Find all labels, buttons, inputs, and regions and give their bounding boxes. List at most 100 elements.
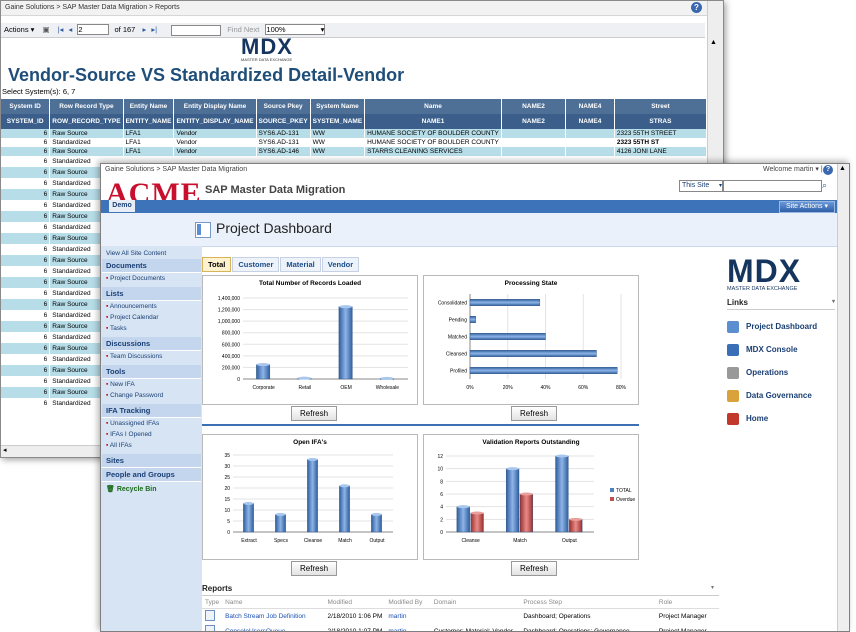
column-header[interactable]: Role xyxy=(655,596,719,609)
link-mdx-console[interactable]: MDX Console xyxy=(727,338,835,361)
table-row: 6 Standardized LFA1 Vendor SYS6.AD-131 WW HUMA… xyxy=(1,138,707,147)
column-header[interactable]: NAME4 xyxy=(565,99,615,114)
x-tick-label: Wholesale xyxy=(376,385,400,391)
column-header[interactable]: System Name xyxy=(310,99,366,114)
tab-demo[interactable]: Demo xyxy=(109,200,135,212)
scroll-left-icon[interactable]: ◂ xyxy=(3,446,7,454)
report-domain xyxy=(431,609,521,625)
report-role: Project Manager xyxy=(658,613,707,620)
x-tick-label: Match xyxy=(513,538,527,544)
nav-item-all-ifas[interactable]: All IFAs xyxy=(102,440,201,451)
nav-item-change-password[interactable]: Change Password xyxy=(102,390,201,401)
table-cell: 2323 55TH ST xyxy=(614,138,707,147)
report-name[interactable]: Batch Stream Job Definition xyxy=(222,609,324,625)
report-by[interactable]: martin xyxy=(385,624,430,631)
page-input[interactable]: 2 xyxy=(77,24,110,35)
y-tick-label: 6 xyxy=(440,492,443,498)
search-input[interactable] xyxy=(723,180,822,192)
column-header[interactable]: Process Step xyxy=(520,596,656,609)
search-icon[interactable]: ⌕ xyxy=(822,180,833,191)
next-page-icon[interactable]: ▸ xyxy=(142,25,146,34)
x-tick-label: 60% xyxy=(578,385,589,391)
bar-cap xyxy=(297,376,312,380)
breadcrumb: Gaine Solutions > SAP Master Data Migrat… xyxy=(1,1,709,16)
first-page-icon[interactable]: |◂ xyxy=(58,25,64,34)
nav-item-team-discussions[interactable]: Team Discussions xyxy=(102,351,201,362)
tab-vendor[interactable]: Vendor xyxy=(321,257,360,272)
site-actions-menu[interactable]: Site Actions ▾ xyxy=(779,201,835,213)
last-page-icon[interactable]: ▸| xyxy=(151,25,157,34)
tab-total[interactable]: Total xyxy=(202,257,232,272)
column-header[interactable]: Entity Name xyxy=(123,99,175,114)
refresh-button[interactable]: Refresh xyxy=(511,406,558,421)
scroll-up-icon[interactable]: ▲ xyxy=(710,39,720,47)
reports-webpart: Reports ▾ Type Name Modified Modified By Dom… xyxy=(202,584,719,631)
table-cell: 6 xyxy=(1,343,51,354)
welcome-menu[interactable]: Welcome martin ▾ | xyxy=(763,164,823,176)
link-home[interactable]: Home xyxy=(727,407,835,430)
refresh-button[interactable]: Refresh xyxy=(511,561,558,576)
y-tick-label: Consolidated xyxy=(438,301,467,307)
report-by[interactable]: martin xyxy=(385,609,430,625)
legend-label: TOTAL xyxy=(616,488,632,494)
nav-section-sites[interactable]: Sites xyxy=(102,454,201,468)
vertical-scrollbar[interactable]: ▲ xyxy=(837,164,849,631)
link-project-dashboard[interactable]: Project Dashboard xyxy=(727,315,835,338)
table-cell: 6 xyxy=(1,321,51,332)
view-all-site-content-link[interactable]: View All Site Content xyxy=(102,248,201,259)
help-icon[interactable]: ? xyxy=(691,2,702,13)
column-header[interactable]: Street xyxy=(614,99,707,114)
refresh-button[interactable]: Refresh xyxy=(291,561,338,576)
column-header[interactable]: System ID xyxy=(1,99,51,114)
column-header[interactable]: Name xyxy=(364,99,502,114)
export-icon[interactable]: ▣ xyxy=(43,25,50,34)
nav-item-project-documents[interactable]: Project Documents xyxy=(102,273,201,284)
column-header[interactable]: Modified By xyxy=(385,596,431,609)
bar-cap xyxy=(371,512,382,516)
nav-item-ifas-i-opened[interactable]: IFAs I Opened xyxy=(102,429,201,440)
link-data-governance[interactable]: Data Governance xyxy=(727,384,835,407)
nav-section-discussions[interactable]: Discussions xyxy=(102,337,201,351)
nav-section-ifa-tracking[interactable]: IFA Tracking xyxy=(102,404,201,418)
nav-item-unassigned-ifas[interactable]: Unassigned IFAs xyxy=(102,418,201,429)
column-header[interactable]: Entity Display Name xyxy=(173,99,257,114)
y-tick-label: 12 xyxy=(437,454,443,460)
column-header[interactable]: Row Record Type xyxy=(49,99,124,114)
column-header[interactable]: NAME2 xyxy=(501,99,567,114)
find-input[interactable] xyxy=(171,24,222,36)
column-header[interactable]: Modified xyxy=(324,596,386,609)
column-header[interactable]: Domain xyxy=(430,596,521,609)
tab-customer[interactable]: Customer xyxy=(232,257,280,272)
links-menu-icon[interactable]: ▾ xyxy=(832,298,835,305)
webpart-menu-icon[interactable]: ▾ xyxy=(711,584,714,591)
actions-menu[interactable]: Actions ▾ xyxy=(4,25,34,34)
x-tick-label: Match xyxy=(338,538,352,544)
refresh-button[interactable]: Refresh xyxy=(291,406,338,421)
prev-page-icon[interactable]: ◂ xyxy=(69,25,73,34)
scroll-up-icon[interactable]: ▲ xyxy=(839,165,846,172)
nav-item-project-calendar[interactable]: Project Calendar xyxy=(102,312,201,323)
table-cell xyxy=(501,129,567,138)
x-tick-label: Corporate xyxy=(253,385,275,391)
nav-item-new-ifa[interactable]: New IFA xyxy=(102,379,201,390)
column-header[interactable]: Name xyxy=(222,596,325,609)
recycle-bin-link[interactable]: 🗑 Recycle Bin xyxy=(102,482,201,496)
column-subheader: ROW_RECORD_TYPE xyxy=(49,114,124,129)
column-header[interactable]: Type xyxy=(202,596,223,609)
nav-item-announcements[interactable]: Announcements xyxy=(102,301,201,312)
report-name[interactable]: ConsoleUsersQueue xyxy=(222,624,324,631)
column-header[interactable]: Source Pkey xyxy=(256,99,311,114)
search-scope-select[interactable]: This Site ▾ xyxy=(679,180,723,192)
nav-section-tools[interactable]: Tools xyxy=(102,365,201,379)
nav-item-tasks[interactable]: Tasks xyxy=(102,323,201,334)
nav-section-people-and-groups[interactable]: People and Groups xyxy=(102,468,201,482)
nav-section-lists[interactable]: Lists xyxy=(102,287,201,301)
site-title[interactable]: SAP Master Data Migration xyxy=(205,184,345,196)
tab-material[interactable]: Material xyxy=(280,257,321,272)
y-tick-label: Matched xyxy=(448,335,467,341)
link-operations[interactable]: Operations xyxy=(727,361,835,384)
find-next-link[interactable]: Find Next xyxy=(227,25,259,34)
help-icon[interactable]: ? xyxy=(823,165,833,175)
page-title-bar: Project Dashboard xyxy=(101,213,837,247)
nav-section-documents[interactable]: Documents xyxy=(102,259,201,273)
